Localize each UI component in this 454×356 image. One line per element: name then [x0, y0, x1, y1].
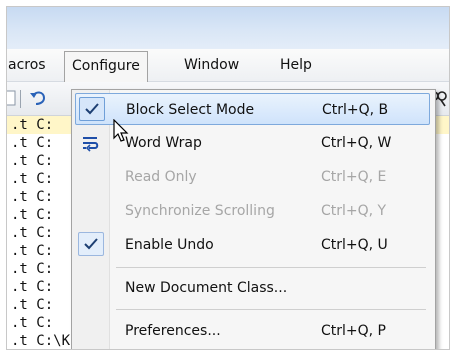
code-line: .t C: [11, 171, 54, 187]
undo-icon[interactable] [27, 87, 49, 109]
menu-item-label: New Document Class... [125, 280, 288, 296]
menu-item-label: Word Wrap [125, 135, 202, 151]
code-line: .t C: [11, 207, 54, 223]
menu-item-shortcut: Ctrl+Q, U [321, 237, 388, 253]
code-line: .t C: [11, 261, 54, 277]
code-line: .t C: [11, 225, 54, 241]
code-line: .t C: [11, 315, 54, 331]
menu-item-shortcut: Ctrl+Q, B [322, 102, 389, 118]
menu-item-preferences[interactable]: Preferences... Ctrl+Q, P [75, 315, 430, 347]
menu-item-label: Block Select Mode [126, 102, 255, 118]
menu-separator [116, 309, 426, 310]
menu-item-enable-undo[interactable]: Enable Undo Ctrl+Q, U [75, 229, 430, 261]
menu-item-shortcut: Ctrl+Q, E [321, 169, 387, 185]
code-line: .t C: [11, 117, 54, 133]
code-line: .t C: [11, 279, 54, 295]
menu-configure[interactable]: Configure [64, 51, 148, 82]
word-wrap-icon [81, 133, 101, 153]
menu-item-shortcut: Ctrl+Q, P [321, 323, 387, 339]
menu-bar: acros Configure Window Help [7, 49, 449, 82]
menu-item-synchronize-scrolling[interactable]: Synchronize Scrolling Ctrl+Q, Y [75, 195, 430, 227]
menu-separator [116, 267, 426, 268]
menu-item-shortcut: Ctrl+Q, W [321, 135, 392, 151]
menu-macros[interactable]: acros [7, 54, 53, 76]
menu-item-new-document-class[interactable]: New Document Class... [75, 272, 430, 304]
menu-item-label: Synchronize Scrolling [125, 203, 275, 219]
menu-help[interactable]: Help [273, 54, 319, 76]
checkmark-icon [78, 232, 104, 256]
menu-window[interactable]: Window [177, 54, 246, 76]
menu-item-label: Enable Undo [125, 237, 214, 253]
menu-item-read-only[interactable]: Read Only Ctrl+Q, E [75, 161, 430, 193]
menu-item-label: Preferences... [125, 323, 221, 339]
title-bar [7, 7, 449, 49]
code-line: .t C: [11, 297, 54, 313]
menu-item-label: Read Only [125, 169, 197, 185]
mouse-pointer-icon [113, 118, 129, 147]
code-line: .t C: [11, 135, 54, 151]
code-line: .t C: [11, 243, 54, 259]
code-line: .t C: [11, 153, 54, 169]
menu-item-shortcut: Ctrl+Q, Y [321, 203, 387, 219]
code-line: .t C: [11, 189, 54, 205]
checkmark-icon [79, 97, 105, 121]
app-window: acros Configure Window Help .t C: .t C: … [6, 6, 450, 350]
